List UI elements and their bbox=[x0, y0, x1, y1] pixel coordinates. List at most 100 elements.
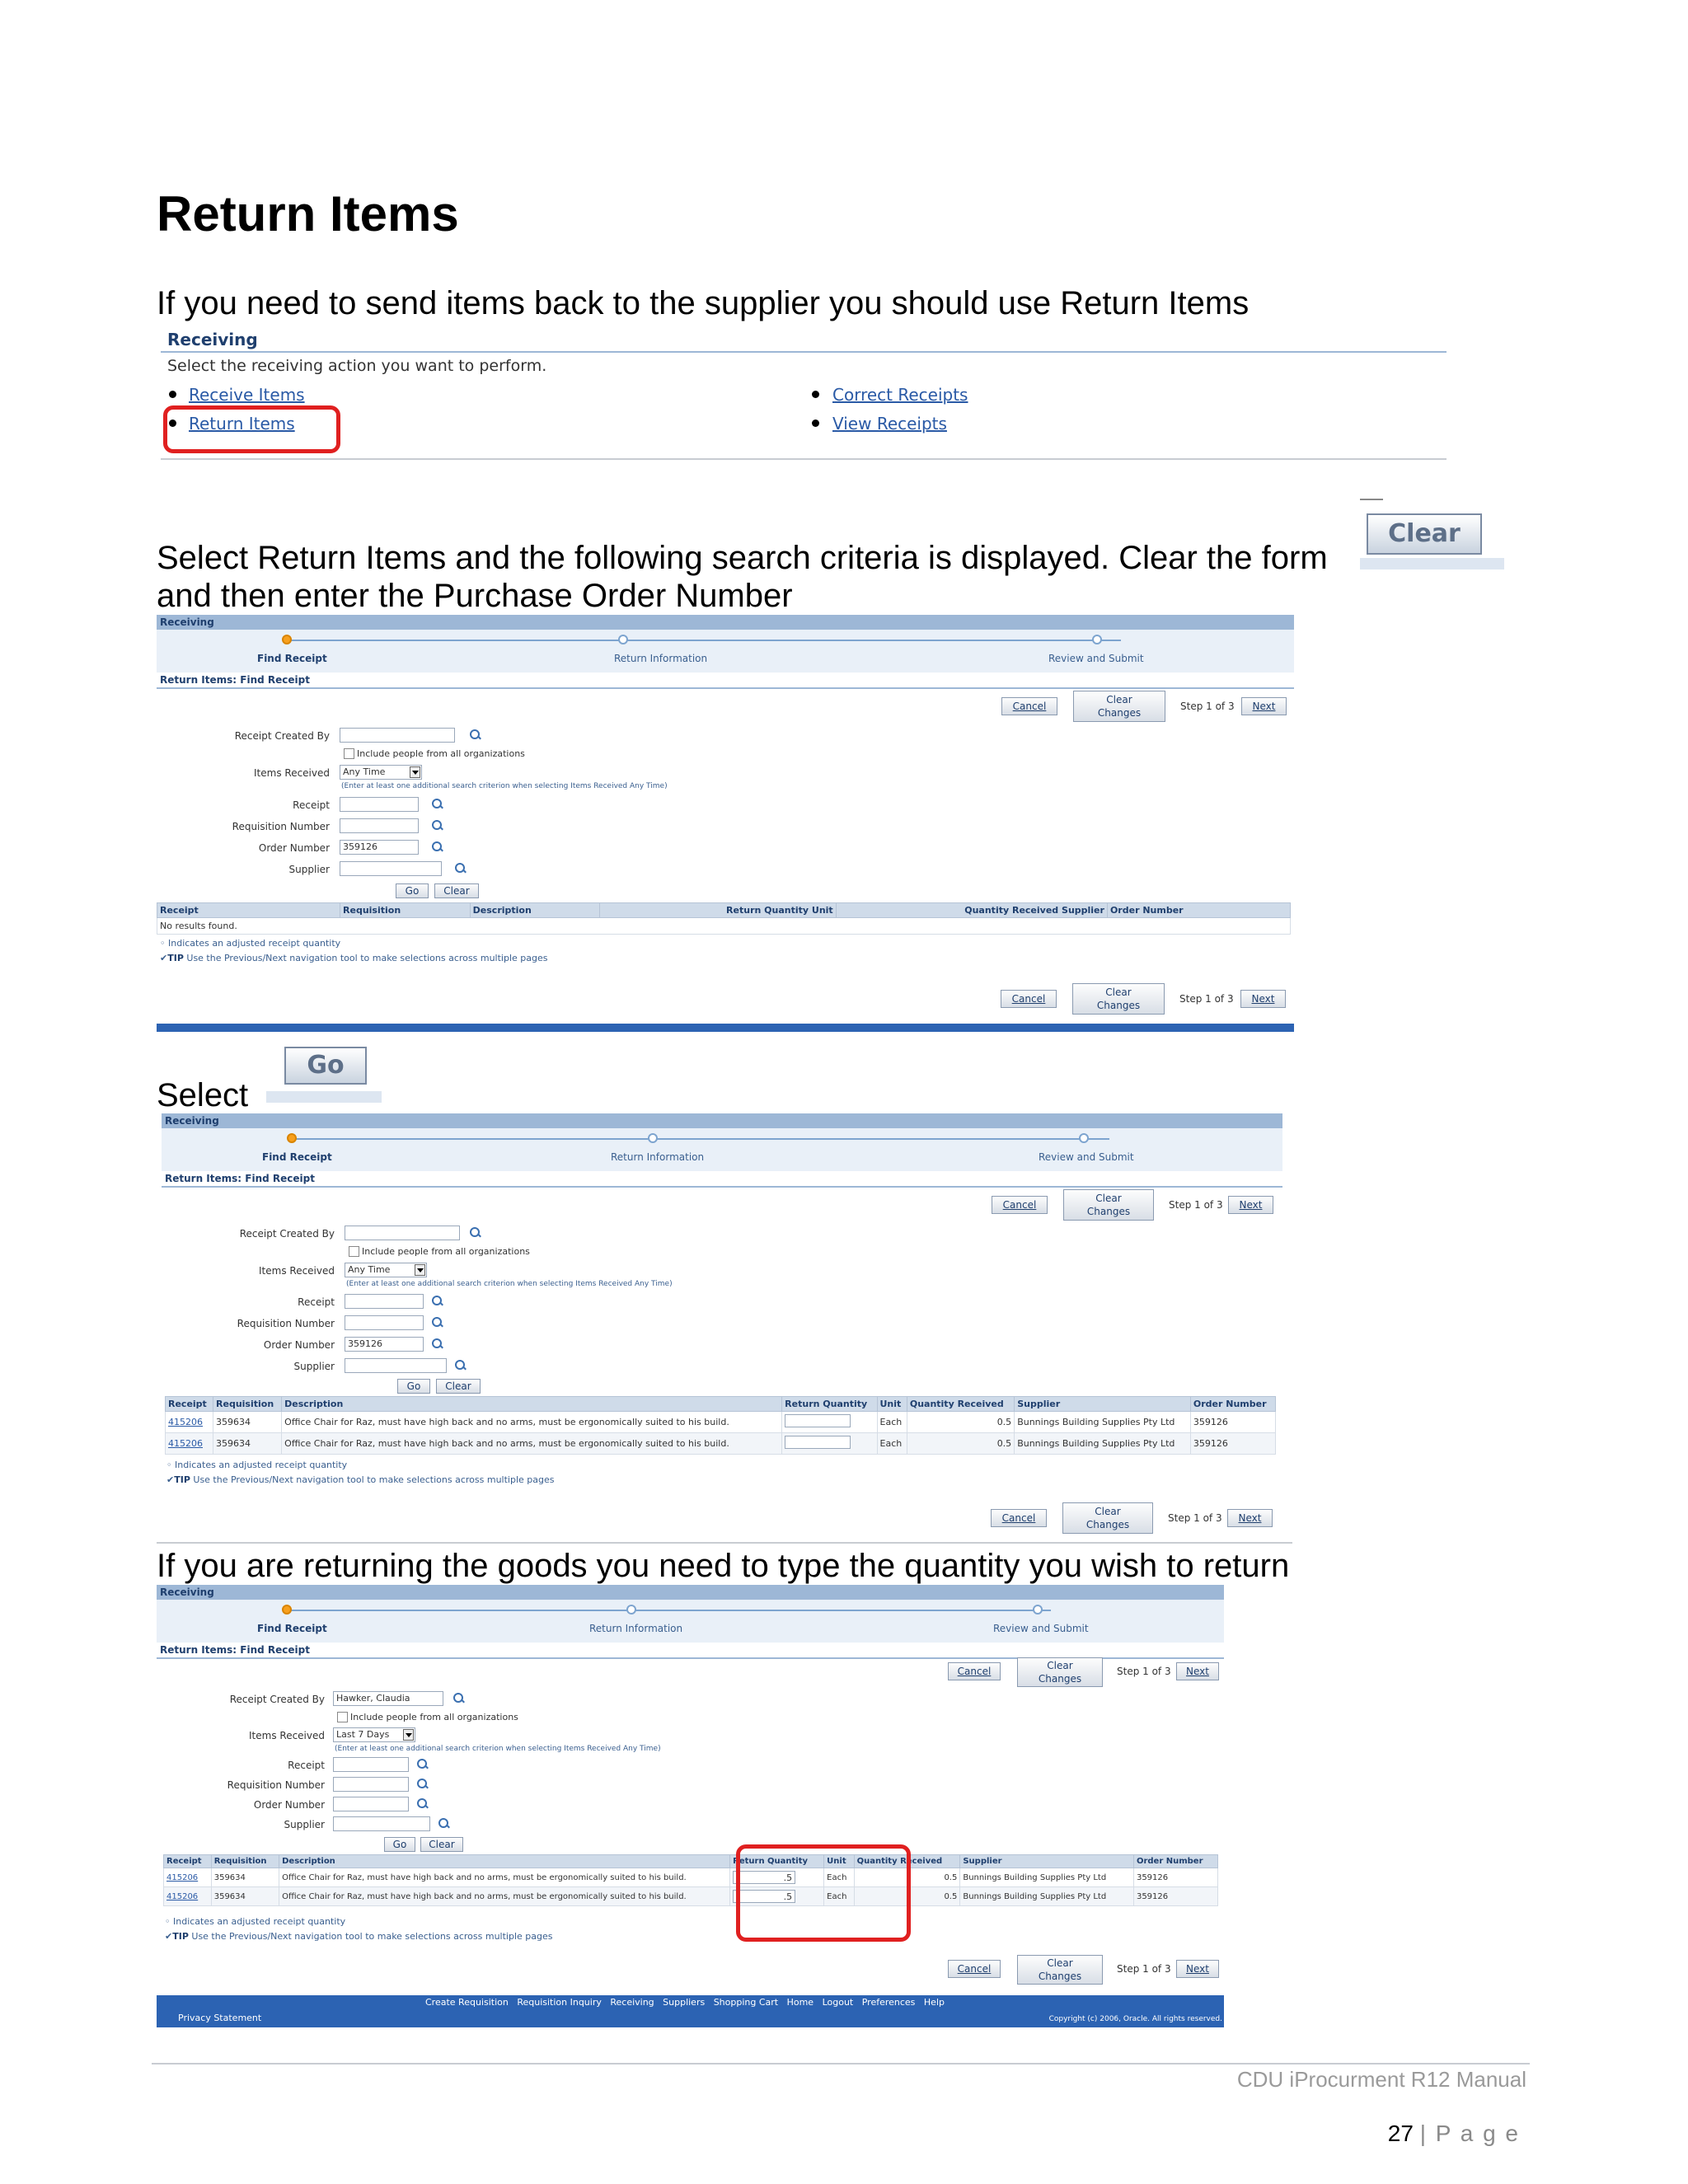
search-icon[interactable] bbox=[417, 1798, 428, 1809]
col-description: Description bbox=[469, 902, 601, 918]
search-icon[interactable] bbox=[453, 1693, 464, 1704]
items-received-hint: (Enter at least one additional search cr… bbox=[335, 1745, 661, 1753]
search-icon[interactable] bbox=[432, 1338, 443, 1349]
search-icon[interactable] bbox=[470, 729, 481, 740]
qty-received-cell: 0.5 bbox=[906, 1411, 1015, 1433]
col-order-number: Order Number bbox=[1106, 902, 1292, 918]
supplier-input[interactable] bbox=[345, 1358, 447, 1373]
receipt-input[interactable] bbox=[333, 1757, 409, 1772]
search-icon[interactable] bbox=[432, 1296, 443, 1306]
clear-button[interactable]: Clear bbox=[434, 883, 479, 898]
clear-changes-button[interactable]: Clear Changes bbox=[1017, 1657, 1103, 1687]
col-return-quantity: Return Quantity Unit bbox=[599, 902, 837, 918]
search-icon[interactable] bbox=[470, 1227, 481, 1238]
next-button[interactable]: Next bbox=[1227, 1509, 1273, 1527]
clear-changes-label: Changes bbox=[1096, 1000, 1141, 1011]
train-find-receipt: Find Receipt bbox=[257, 1623, 327, 1634]
next-button[interactable]: Next bbox=[1240, 990, 1286, 1008]
privacy-statement-link[interactable]: Privacy Statement bbox=[178, 2013, 261, 2023]
screen-header: Receiving bbox=[157, 615, 1294, 630]
clear-changes-button[interactable]: Clear Changes bbox=[1017, 1955, 1103, 1985]
search-icon[interactable] bbox=[432, 841, 443, 852]
next-button[interactable]: Next bbox=[1176, 1662, 1219, 1680]
search-icon[interactable] bbox=[432, 799, 443, 809]
clear-button-image[interactable]: Clear bbox=[1360, 499, 1504, 573]
search-icon[interactable] bbox=[417, 1779, 428, 1789]
receipt-input[interactable] bbox=[340, 797, 419, 812]
go-button-image[interactable]: Go bbox=[266, 1040, 382, 1106]
clear-changes-button[interactable]: Clear Changes bbox=[1073, 691, 1165, 722]
clear-button[interactable]: Clear bbox=[1367, 513, 1482, 555]
next-button[interactable]: Next bbox=[1241, 697, 1287, 715]
receive-items-link[interactable]: Receive Items bbox=[189, 385, 305, 405]
search-icon[interactable] bbox=[432, 1317, 443, 1328]
requisition-number-input[interactable] bbox=[345, 1315, 424, 1330]
return-items-highlight bbox=[163, 405, 340, 453]
go-button[interactable]: Go bbox=[384, 1837, 415, 1852]
view-receipts-link[interactable]: View Receipts bbox=[832, 414, 947, 434]
search-icon[interactable] bbox=[438, 1818, 449, 1829]
search-icon[interactable] bbox=[455, 863, 466, 874]
label-supplier: Supplier bbox=[284, 1819, 325, 1830]
return-quantity-input[interactable] bbox=[785, 1414, 851, 1427]
clear-changes-button[interactable]: Clear Changes bbox=[1072, 983, 1165, 1015]
search-icon[interactable] bbox=[455, 1360, 466, 1371]
next-button[interactable]: Next bbox=[1176, 1960, 1219, 1978]
items-received-select[interactable]: Any Time bbox=[345, 1263, 427, 1277]
process-train: Find Receipt Return Information Review a… bbox=[162, 1128, 1282, 1171]
order-number-input[interactable]: 359126 bbox=[340, 840, 419, 855]
include-people-checkbox[interactable] bbox=[344, 748, 354, 759]
next-button[interactable]: Next bbox=[1228, 1196, 1273, 1214]
supplier-input[interactable] bbox=[333, 1816, 430, 1831]
clear-changes-button[interactable]: Clear Changes bbox=[1062, 1502, 1153, 1534]
go-button[interactable]: Go bbox=[284, 1047, 367, 1085]
include-people-checkbox[interactable] bbox=[337, 1712, 348, 1722]
oracle-screen-3: Receiving Find Receipt Return Informatio… bbox=[157, 1585, 1224, 2027]
manual-name: CDU iProcurment R12 Manual bbox=[1236, 2067, 1526, 2092]
order-number-input[interactable] bbox=[333, 1797, 409, 1811]
clear-button[interactable]: Clear bbox=[436, 1379, 481, 1394]
no-results-text: No results found. bbox=[157, 917, 1291, 935]
receipt-created-by-input[interactable] bbox=[345, 1226, 460, 1240]
clear-button[interactable]: Clear bbox=[420, 1837, 463, 1852]
col-order-number: Order Number bbox=[1189, 1396, 1277, 1412]
go-button[interactable]: Go bbox=[396, 883, 429, 898]
order-number-cell: 359126 bbox=[1132, 1868, 1219, 1887]
cancel-button[interactable]: Cancel bbox=[1001, 697, 1057, 715]
cancel-button[interactable]: Cancel bbox=[948, 1960, 1001, 1978]
clear-changes-label: Clear bbox=[1095, 1506, 1121, 1517]
footer-links[interactable]: Create Requisition Requisition Inquiry R… bbox=[425, 1997, 945, 2008]
receipt-link[interactable]: 415206 bbox=[168, 1417, 203, 1427]
receiving-heading: Receiving bbox=[167, 330, 258, 349]
receipt-link[interactable]: 415206 bbox=[168, 1438, 203, 1449]
cancel-button[interactable]: Cancel bbox=[1001, 990, 1057, 1008]
search-icon[interactable] bbox=[417, 1759, 428, 1769]
correct-receipts-link[interactable]: Correct Receipts bbox=[832, 385, 968, 405]
items-received-select[interactable]: Last 7 Days bbox=[333, 1727, 415, 1742]
requisition-number-input[interactable] bbox=[333, 1777, 409, 1792]
receipt-link[interactable]: 415206 bbox=[166, 1892, 198, 1901]
return-quantity-input[interactable] bbox=[785, 1436, 851, 1449]
screen-header: Receiving bbox=[162, 1113, 1282, 1128]
order-number-input[interactable]: 359126 bbox=[345, 1337, 424, 1352]
receipt-created-by-input[interactable]: Hawker, Claudia bbox=[333, 1691, 443, 1706]
cancel-button[interactable]: Cancel bbox=[991, 1509, 1047, 1527]
receipt-created-by-input[interactable] bbox=[340, 728, 455, 743]
search-icon[interactable] bbox=[432, 820, 443, 831]
col-requisition: Requisition bbox=[213, 1396, 283, 1412]
chevron-down-icon bbox=[403, 1729, 414, 1741]
order-number-cell: 359126 bbox=[1132, 1886, 1219, 1906]
go-button[interactable]: Go bbox=[397, 1379, 430, 1394]
supplier-input[interactable] bbox=[340, 861, 442, 876]
cancel-button[interactable]: Cancel bbox=[992, 1196, 1048, 1214]
receipt-link[interactable]: 415206 bbox=[166, 1873, 198, 1882]
receipt-input[interactable] bbox=[345, 1294, 424, 1309]
items-received-select[interactable]: Any Time bbox=[340, 765, 422, 780]
include-people-checkbox[interactable] bbox=[349, 1246, 359, 1257]
cancel-button[interactable]: Cancel bbox=[948, 1662, 1001, 1680]
results-table: Receipt Requisition Description Return Q… bbox=[156, 902, 1292, 935]
clear-changes-button[interactable]: Clear Changes bbox=[1063, 1189, 1154, 1221]
intro-text: If you need to send items back to the su… bbox=[157, 285, 1250, 321]
qty-received-cell: 0.5 bbox=[906, 1432, 1015, 1455]
requisition-number-input[interactable] bbox=[340, 818, 419, 833]
